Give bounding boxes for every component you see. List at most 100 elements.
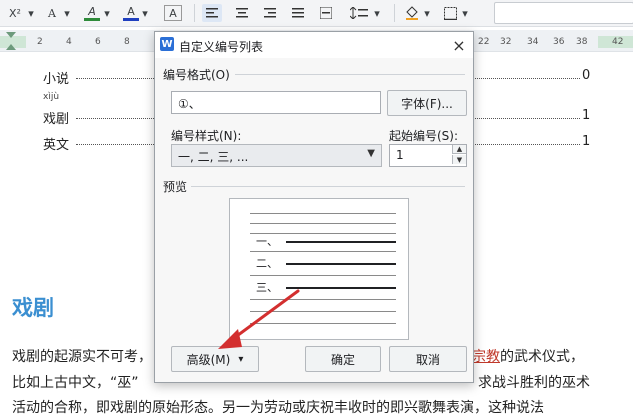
justify-button[interactable] [288,4,308,22]
ruler-tick-label: 22 [478,37,490,47]
ruler-tick-label: 32 [500,37,512,47]
line-spacing-icon [350,7,368,19]
borders-dropdown[interactable]: ▾ [460,4,470,22]
indent-marker-icon[interactable] [6,32,16,50]
paragraph-line: 戏剧的起源实不可考， [12,349,152,365]
align-left-button[interactable] [202,4,222,22]
toc-leader-dots [76,118,158,119]
highlight-dropdown[interactable]: ▾ [102,4,112,22]
chevron-down-icon: ▾ [238,353,244,365]
number-style-select[interactable]: 一, 二, 三, ... ▼ [171,144,382,167]
ruler-tick-label: 2 [37,37,43,47]
superscript-icon: X² [9,6,21,20]
align-center-button[interactable] [232,4,252,22]
chevron-down-icon: ▾ [104,6,110,20]
toc-leader-dots [470,144,580,145]
number-format-input[interactable]: ①、 [171,91,381,114]
superscript-dropdown[interactable]: ▾ [26,4,36,22]
ruler-tick-label: 36 [553,37,565,47]
font-effects-button[interactable]: A [42,4,62,22]
chevron-down-icon: ▾ [142,6,148,20]
highlight-color-swatch [84,17,100,21]
paint-bucket-icon [406,6,418,20]
spin-down-icon[interactable]: ▼ [452,155,466,164]
preview-item-label: 一、 [256,235,278,248]
font-button[interactable]: 字体(F)... [387,90,467,116]
toc-entry-page: 0 [582,68,591,83]
start-number-label: 起始编号(S): [389,129,459,143]
shading-dropdown[interactable]: ▾ [422,4,432,22]
toc-entry-title: 小说 [43,72,70,87]
toc-entry-title: 戏剧 [43,112,70,127]
line-spacing-dropdown[interactable]: ▾ [372,4,382,22]
justify-icon [292,8,304,18]
superscript-button[interactable]: X² [4,4,26,22]
toc-ruby-text: xìjù [43,92,60,102]
ruler-tick-label: 42 [612,37,624,47]
spin-up-icon[interactable]: ▲ [452,145,466,154]
section-divider [191,186,465,187]
align-left-icon [206,8,218,18]
style-gallery-box[interactable] [494,2,633,24]
dialog-title: 自定义编号列表 [179,40,264,54]
preview-line [250,223,396,224]
distributed-align-icon [320,7,332,19]
ok-button[interactable]: 确定 [305,346,381,372]
number-format-label: 编号格式(O) [163,68,230,82]
paragraph-line-right: 求战斗胜利的巫术 [478,375,590,391]
char-shading-button[interactable]: A [164,5,182,21]
cancel-button[interactable]: 取消 [389,346,467,372]
annotation-arrow-icon [218,289,300,349]
toc-leader-dots [76,144,158,145]
chevron-down-icon: ▾ [28,6,34,20]
close-icon[interactable]: × [449,35,469,55]
preview-line [250,251,396,252]
chevron-down-icon: ▼ [367,148,375,159]
toc-leader-dots [470,118,580,119]
chevron-down-icon: ▾ [424,6,430,20]
number-style-value: 一, 二, 三, ... [178,150,249,164]
font-color-button[interactable]: A [122,4,140,22]
preview-line [250,275,396,276]
font-color-swatch [123,17,139,21]
toc-entry-title: 英文 [43,138,70,153]
toc-entry-page: 1 [582,108,591,123]
number-style-label: 编号样式(N): [171,129,242,143]
custom-numbering-dialog: W 自定义编号列表 × 编号格式(O) ①、 字体(F)... 编号样式(N):… [154,31,474,383]
preview-item-bar [286,263,396,265]
paragraph-line: 比如上古中文，“巫” [12,375,139,391]
font-color-icon: A [127,4,135,18]
toc-entry-page: 1 [582,134,591,149]
ribbon-toolbar: X² ▾ A ▾ A ▾ A ▾ A ▾ ▾ ▾ [0,0,633,27]
ruler-tick-label: 4 [66,37,72,47]
preview-item-label: 二、 [256,257,278,270]
toolbar-divider [394,4,395,22]
chevron-down-icon: ▾ [462,6,468,20]
dialog-title-bar[interactable]: W 自定义编号列表 × [155,32,473,58]
format-painter-button[interactable] [402,4,422,22]
highlight-button[interactable]: A [82,4,102,22]
start-number-value: 1 [396,148,404,162]
paragraph-line: 活动的合称，即戏剧的原始形态。另一为劳动或庆祝丰收时的即兴歌舞表演，这种说法 [12,400,544,416]
align-right-button[interactable] [260,4,280,22]
toc-leader-dots [470,78,580,79]
distributed-button[interactable] [316,4,336,22]
preview-line [250,213,396,214]
chevron-down-icon: ▾ [374,6,380,20]
paragraph-line-right: 宗教的武术仪式， [472,346,584,366]
preview-item-bar [286,241,396,243]
wps-logo-icon: W [160,37,174,51]
ruler-tick-label: 38 [576,37,588,47]
highlight-icon: A [88,4,96,18]
border-icon [443,6,457,20]
toolbar-divider [194,4,195,22]
font-effects-dropdown[interactable]: ▾ [62,4,72,22]
align-right-icon [264,8,276,18]
ruler-tick-label: 6 [95,37,101,47]
borders-button[interactable] [440,4,460,22]
preview-item-bar [286,287,396,289]
line-spacing-button[interactable] [346,4,372,22]
ruler-tick-label: 8 [124,37,130,47]
paragraph-fragment: 的武术仪式， [500,349,584,365]
font-color-dropdown[interactable]: ▾ [140,4,150,22]
